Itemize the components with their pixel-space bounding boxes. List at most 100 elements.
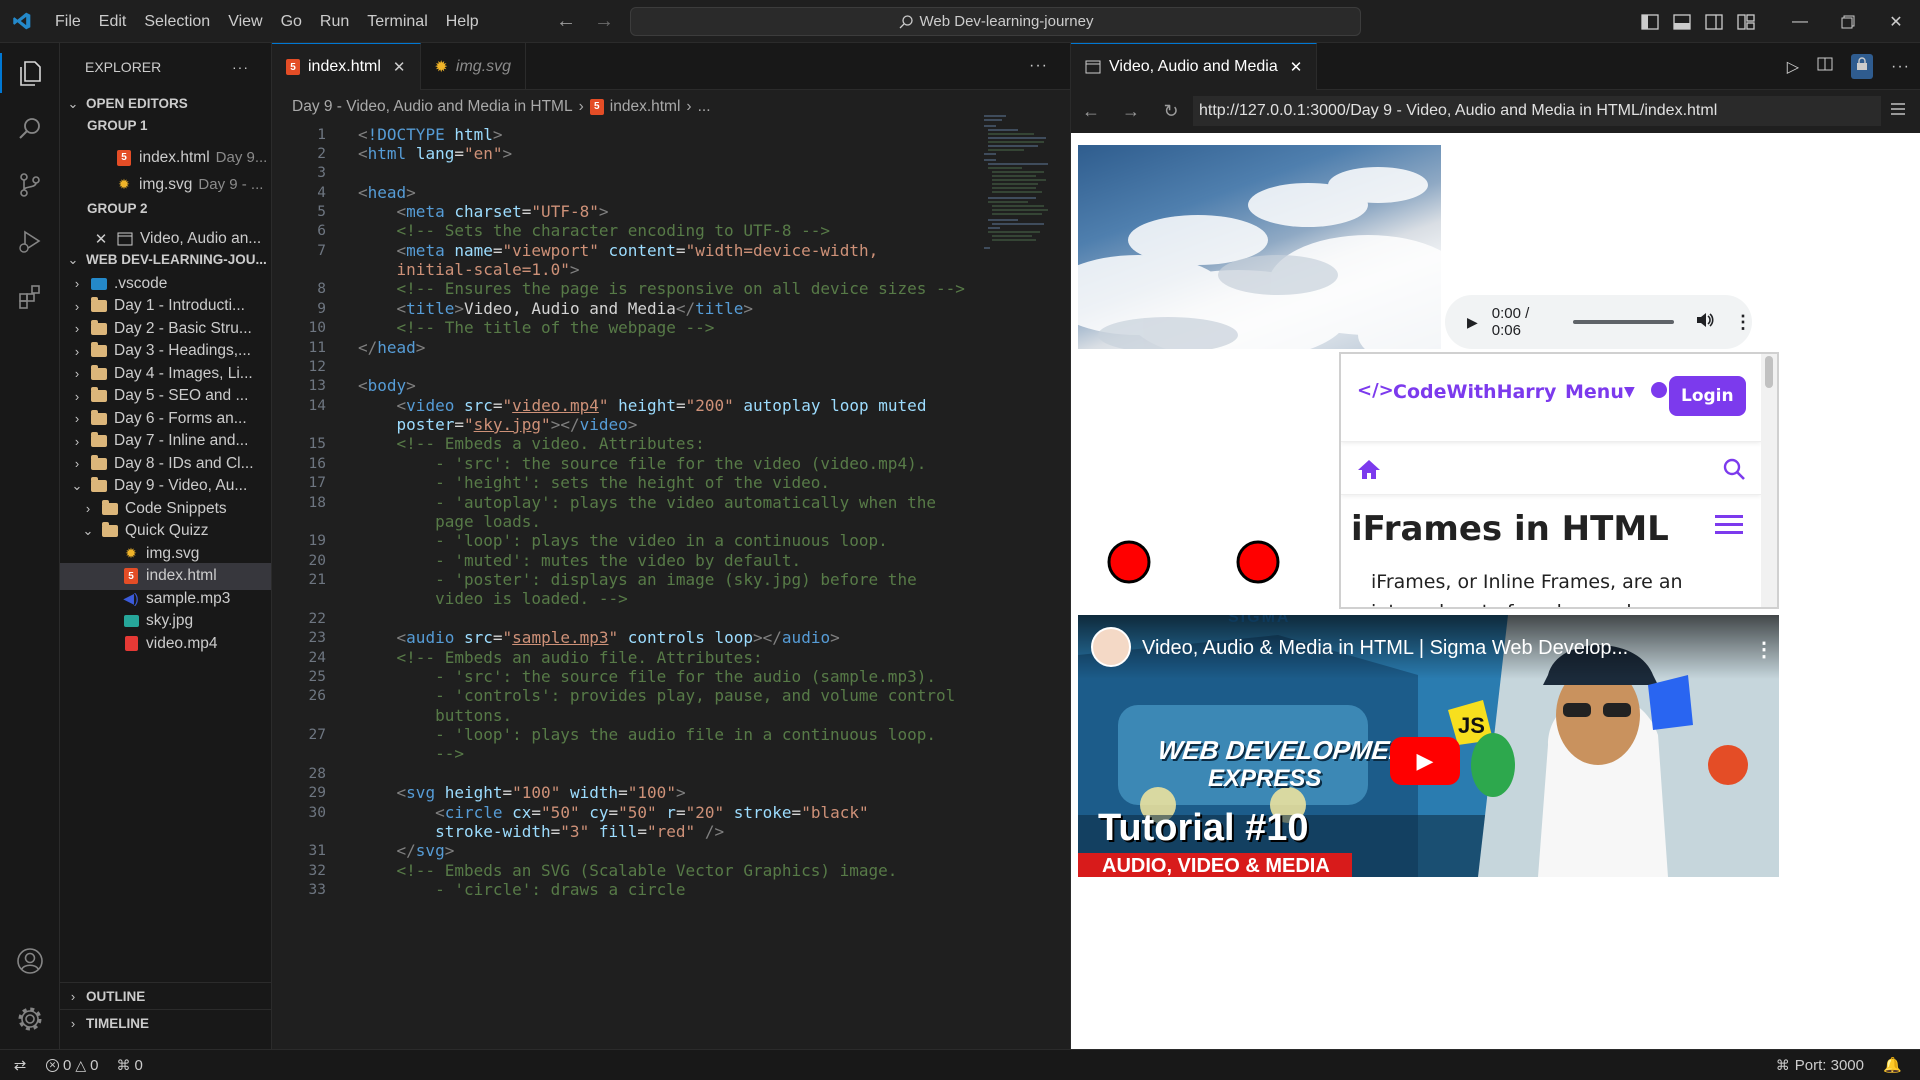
outline-header[interactable]: › OUTLINE <box>60 982 271 1009</box>
thumbnail-top-text: SIGMA <box>1228 615 1291 626</box>
settings-gear-icon[interactable] <box>0 991 60 1047</box>
toggle-panel-icon[interactable] <box>1666 13 1698 30</box>
status-bar: ⇄ ✕ 0 △ 0 ⌘ 0 ⌘ Port: 3000 🔔 <box>0 1049 1920 1080</box>
iframe-embed[interactable]: </> CodeWithHarry Menu ▼ Login iFrames i… <box>1339 352 1779 609</box>
lock-icon[interactable] <box>1851 54 1874 79</box>
breadcrumb-symbol[interactable]: ... <box>698 98 711 116</box>
menu-dropdown[interactable]: Menu <box>1565 381 1624 403</box>
menu-file[interactable]: File <box>46 0 90 43</box>
run-icon[interactable]: ▷ <box>1787 57 1799 77</box>
menu-run[interactable]: Run <box>311 0 358 43</box>
youtube-embed[interactable]: Video, Audio & Media in HTML | Sigma Web… <box>1078 615 1779 877</box>
open-editor-item[interactable]: ✹ img.svg Day 9 - ... <box>60 171 271 198</box>
minimize-icon[interactable]: — <box>1776 0 1824 43</box>
menu-help[interactable]: Help <box>437 0 488 43</box>
notifications-bell-icon[interactable]: 🔔 <box>1883 1056 1902 1074</box>
close-tab-icon[interactable]: ✕ <box>1290 58 1303 76</box>
js-badge: JS <box>1458 713 1485 738</box>
forward-arrow-icon[interactable]: → <box>594 10 614 33</box>
split-editor-icon[interactable] <box>1817 57 1833 76</box>
restore-icon[interactable] <box>1824 0 1872 43</box>
folder-icon <box>101 522 119 539</box>
minimap[interactable] <box>982 113 1062 293</box>
accounts-icon[interactable] <box>0 933 60 989</box>
more-actions-icon[interactable]: ··· <box>1891 58 1910 76</box>
remote-icon[interactable]: ⇄ <box>0 1056 40 1074</box>
search-icon[interactable] <box>1722 457 1746 481</box>
tab-index-html[interactable]: 5 index.html ✕ <box>272 43 421 90</box>
svg-file-icon: ✹ <box>125 545 137 561</box>
breadcrumb-folder[interactable]: Day 9 - Video, Audio and Media in HTML <box>292 98 573 116</box>
iframe-scrollbar[interactable] <box>1761 354 1777 607</box>
play-icon[interactable]: ▶ <box>1467 314 1478 331</box>
menu-go[interactable]: Go <box>272 0 311 43</box>
topic-banner: AUDIO, VIDEO & MEDIA <box>1078 853 1352 877</box>
command-center-search[interactable]: Web Dev-learning-journey <box>630 7 1361 36</box>
file-tree-label: Day 5 - SEO and ... <box>114 387 249 404</box>
toggle-secondary-sidebar-icon[interactable] <box>1698 13 1730 30</box>
back-arrow-icon[interactable]: ← <box>556 10 576 33</box>
file-tree-item[interactable]: video.mp4 <box>60 630 271 657</box>
group1-header: GROUP 1 <box>87 118 148 133</box>
code-area[interactable]: 1 <!DOCTYPE html> 2 <html lang="en"> 3 4 <h… <box>272 123 972 1049</box>
reload-icon[interactable]: ↻ <box>1151 101 1191 122</box>
url-bar[interactable]: http://127.0.0.1:3000/Day 9 - Video, Aud… <box>1193 96 1881 126</box>
folder-icon <box>90 342 108 359</box>
more-actions-icon[interactable]: ··· <box>232 59 249 75</box>
close-tab-icon[interactable]: ✕ <box>393 58 406 76</box>
live-server-port[interactable]: ⌘ Port: 3000 <box>1776 1057 1864 1074</box>
html-file-icon: 5 <box>122 568 140 584</box>
chevron-right-icon: › <box>74 433 80 449</box>
chevron-right-icon: › <box>74 343 80 359</box>
browser-forward-icon[interactable]: → <box>1111 101 1151 122</box>
home-icon[interactable] <box>1357 458 1381 480</box>
video-player[interactable] <box>1078 145 1441 349</box>
breadcrumb-file[interactable]: index.html <box>610 98 681 116</box>
search-icon[interactable] <box>0 101 60 157</box>
tab-img-svg[interactable]: ✹ img.svg <box>421 43 527 90</box>
tab-preview[interactable]: Video, Audio and Media ✕ <box>1071 42 1318 90</box>
html-file-icon: 5 <box>589 98 604 115</box>
file-tree-label: video.mp4 <box>146 634 218 652</box>
youtube-more-icon[interactable]: ⋮ <box>1754 637 1774 662</box>
menu-selection[interactable]: Selection <box>135 0 219 43</box>
volume-icon[interactable] <box>1696 312 1714 332</box>
group2-header: GROUP 2 <box>87 201 148 216</box>
file-tree-label: sky.jpg <box>146 612 194 629</box>
youtube-video-title[interactable]: Video, Audio & Media in HTML | Sigma Web… <box>1142 637 1628 660</box>
extensions-icon[interactable] <box>0 269 60 325</box>
workspace-header[interactable]: ⌄ WEB DEV-LEARNING-JOU... <box>60 246 271 273</box>
menu-terminal[interactable]: Terminal <box>358 0 436 43</box>
audio-progress-bar[interactable] <box>1572 320 1674 324</box>
customize-layout-icon[interactable] <box>1730 13 1762 30</box>
close-window-icon[interactable]: ✕ <box>1872 0 1920 43</box>
tutorial-label: Tutorial #10 <box>1098 807 1309 849</box>
chevron-right-icon: › <box>74 276 80 291</box>
problems-status[interactable]: ✕ 0 △ 0 <box>46 1057 98 1074</box>
audio-player[interactable]: ▶ 0:00 / 0:06 ⋮ <box>1445 295 1752 349</box>
browser-nav-bar: ← → ↻ http://127.0.0.1:3000/Day 9 - Vide… <box>1071 90 1920 132</box>
source-control-icon[interactable] <box>0 157 60 213</box>
menu-view[interactable]: View <box>219 0 271 43</box>
youtube-play-button[interactable]: ▶ <box>1390 737 1460 785</box>
toggle-primary-sidebar-icon[interactable] <box>1634 13 1666 30</box>
close-icon[interactable]: ✕ <box>92 231 110 248</box>
channel-avatar[interactable] <box>1091 627 1131 667</box>
folder-icon <box>90 319 108 337</box>
chevron-right-icon: › <box>70 988 76 1004</box>
menu-edit[interactable]: Edit <box>90 0 136 43</box>
brand-logo[interactable]: CodeWithHarry <box>1393 381 1556 403</box>
editor-more-actions-icon[interactable]: ··· <box>1029 57 1048 75</box>
menu-icon[interactable] <box>1890 102 1906 121</box>
browser-back-icon[interactable]: ← <box>1071 101 1111 122</box>
ports-status[interactable]: ⌘ 0 <box>116 1057 142 1074</box>
audio-options-icon[interactable]: ⋮ <box>1734 312 1752 333</box>
explorer-icon[interactable] <box>0 45 60 101</box>
open-editor-item[interactable]: 5 index.html Day 9... <box>60 144 271 171</box>
chevron-right-icon: › <box>74 411 80 426</box>
login-button[interactable]: Login <box>1669 376 1746 416</box>
hamburger-icon[interactable] <box>1715 514 1743 536</box>
run-debug-icon[interactable] <box>0 213 60 269</box>
timeline-header[interactable]: › TIMELINE <box>60 1009 271 1036</box>
theme-toggle-icon[interactable] <box>1651 382 1667 398</box>
